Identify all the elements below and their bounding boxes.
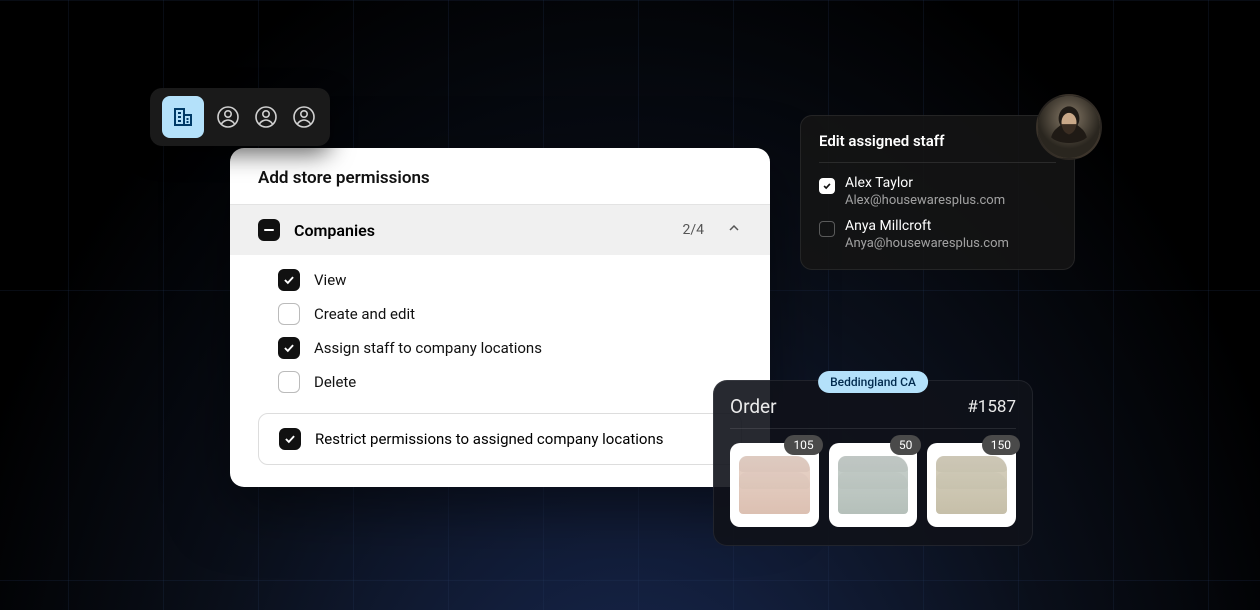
permissions-card: Add store permissions Companies 2/4 View…: [230, 148, 770, 487]
location-badge: Beddingland CA: [818, 371, 928, 393]
order-card: Beddingland CA Order #1587 105 50 150: [713, 380, 1033, 546]
staff-row-1[interactable]: Alex Taylor Alex@housewaresplus.com: [819, 175, 1056, 208]
product-qty: 150: [982, 435, 1020, 455]
perm-item-delete[interactable]: Delete: [278, 371, 742, 393]
product-image: [739, 456, 810, 515]
perm-item-create[interactable]: Create and edit: [278, 303, 742, 325]
checkbox-indeterminate[interactable]: [258, 219, 280, 241]
perm-label: Create and edit: [314, 305, 415, 323]
company-tab-button[interactable]: [162, 96, 204, 138]
checkbox[interactable]: [278, 303, 300, 325]
user-slot-2[interactable]: [252, 103, 280, 131]
product-qty: 50: [890, 435, 922, 455]
staff-title: Edit assigned staff: [819, 132, 1056, 150]
staff-email: Alex@housewaresplus.com: [845, 193, 1005, 208]
restrict-permissions-box[interactable]: Restrict permissions to assigned company…: [258, 413, 742, 465]
perm-item-view[interactable]: View: [278, 269, 742, 291]
companies-label: Companies: [294, 221, 375, 240]
checkbox[interactable]: [279, 428, 301, 450]
order-title: Order: [730, 395, 777, 418]
permissions-title: Add store permissions: [230, 148, 770, 204]
permissions-list: View Create and edit Assign staff to com…: [230, 255, 770, 413]
user-icon: [254, 105, 278, 129]
checkbox[interactable]: [278, 269, 300, 291]
avatar: [1036, 94, 1102, 160]
user-slot-1[interactable]: [214, 103, 242, 131]
checkbox[interactable]: [278, 371, 300, 393]
assigned-staff-card: Edit assigned staff Alex Taylor Alex@hou…: [800, 115, 1075, 270]
divider: [819, 162, 1056, 163]
user-icon: [216, 105, 240, 129]
restrict-label: Restrict permissions to assigned company…: [315, 430, 664, 448]
checkbox[interactable]: [278, 337, 300, 359]
order-number: #1587: [967, 397, 1016, 417]
product-image: [936, 456, 1007, 515]
perm-label: Delete: [314, 373, 356, 391]
product-row: 105 50 150: [730, 443, 1016, 527]
checkbox[interactable]: [819, 178, 835, 194]
divider: [730, 428, 1016, 429]
product-tile-1[interactable]: 105: [730, 443, 819, 527]
product-tile-3[interactable]: 150: [927, 443, 1016, 527]
product-qty: 105: [784, 435, 822, 455]
companies-count: 2/4: [682, 222, 704, 238]
checkbox[interactable]: [819, 221, 835, 237]
perm-label: View: [314, 271, 346, 289]
staff-email: Anya@housewaresplus.com: [845, 236, 1009, 251]
staff-name: Alex Taylor: [845, 175, 1005, 191]
product-image: [838, 456, 909, 515]
perm-item-assign[interactable]: Assign staff to company locations: [278, 337, 742, 359]
user-slot-3[interactable]: [290, 103, 318, 131]
perm-label: Assign staff to company locations: [314, 339, 542, 357]
chevron-up-icon: [726, 220, 742, 240]
staff-row-2[interactable]: Anya Millcroft Anya@housewaresplus.com: [819, 218, 1056, 251]
user-icon: [292, 105, 316, 129]
companies-section-header[interactable]: Companies 2/4: [230, 205, 770, 255]
product-tile-2[interactable]: 50: [829, 443, 918, 527]
staff-name: Anya Millcroft: [845, 218, 1009, 234]
building-icon: [171, 105, 195, 129]
user-toolbar: [150, 88, 330, 146]
